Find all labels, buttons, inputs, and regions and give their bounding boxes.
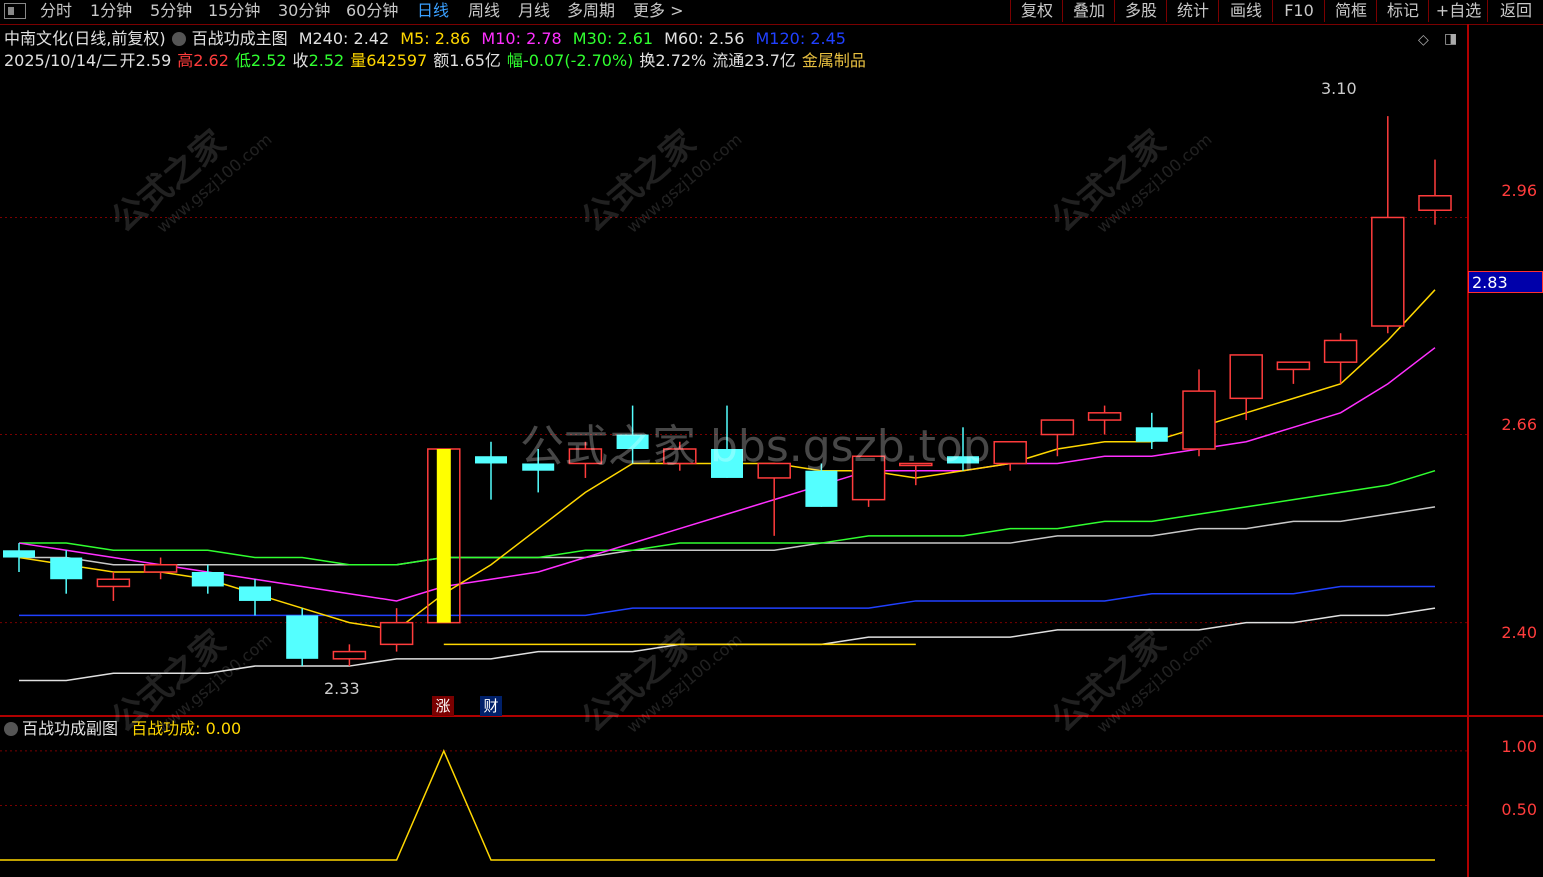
candle-body: [805, 470, 838, 507]
candle-body: [286, 615, 319, 659]
candle-body: [1182, 390, 1216, 450]
candle-body: [3, 550, 35, 558]
quote-vol: 642597: [366, 51, 428, 70]
dropdown-icon[interactable]: [4, 722, 18, 736]
dropdown-icon[interactable]: [171, 32, 186, 46]
candle-body: [1087, 412, 1122, 421]
price-axis-label: 2.40: [1501, 623, 1537, 642]
candle-body: [96, 578, 131, 588]
m120-value: M120: 2.45: [755, 29, 846, 48]
candle-body: [143, 564, 178, 573]
candle-body: [1276, 361, 1311, 371]
indicator-name[interactable]: 百战功成主图: [192, 29, 288, 48]
candle-body: [191, 572, 224, 587]
quote-high: 2.62: [193, 51, 229, 70]
candle-body: [1323, 339, 1358, 363]
candle-body: [993, 441, 1027, 465]
candle-body: [1229, 354, 1263, 400]
m5-value: M5: 2.86: [400, 29, 471, 48]
price-axis-label: 2.96: [1501, 181, 1537, 200]
m60-value: M60: 2.56: [664, 29, 745, 48]
candle-body: [332, 650, 367, 660]
quote-amount: 额1.65亿: [433, 51, 501, 70]
quote-float: 流通23.7亿: [712, 51, 796, 70]
candle-body: [379, 621, 414, 646]
quote-close: 2.52: [308, 51, 345, 70]
ma-line-m60: [19, 506, 1436, 566]
signal-bar: [436, 449, 451, 623]
panel-toggle-icon[interactable]: ◨: [1444, 31, 1457, 47]
quote-turnover: 换2.72%: [639, 51, 707, 70]
current-price-marker: 2.83: [1468, 271, 1543, 293]
quote-low-label: 低: [234, 51, 251, 70]
sub-panel-value: 百战功成: 0.00: [131, 719, 242, 738]
quote-line: 2025/10/14/二 开2.59 高2.62 低2.52 收2.52 量642597 额…: [4, 51, 872, 71]
quote-date: 2025/10/14/二: [4, 51, 118, 70]
price-axis-label: 2.66: [1501, 415, 1537, 434]
low-price-mark: 2.33: [324, 679, 360, 698]
candle-body: [475, 456, 507, 464]
m10-value: M10: 2.78: [481, 29, 562, 48]
sub-panel-title[interactable]: 百战功成副图: [22, 719, 118, 738]
sub-axis-label: 1.00: [1501, 737, 1537, 756]
m240-value: M240: 2.42: [298, 29, 390, 48]
tag-zhang[interactable]: 涨: [432, 696, 454, 716]
candle-body: [50, 557, 83, 580]
center-watermark: 公式之家 bbs.gszb.top: [520, 421, 991, 472]
stock-title[interactable]: 中南文化(日线,前复权): [4, 29, 166, 48]
quote-open: 开2.59: [119, 51, 172, 70]
quote-low: 2.52: [250, 51, 287, 70]
tag-cai[interactable]: 财: [480, 696, 502, 716]
candle-body: [1418, 195, 1452, 211]
quote-high-label: 高: [177, 51, 194, 70]
m30-value: M30: 2.61: [572, 29, 654, 48]
sub-axis-label: 0.50: [1501, 800, 1537, 819]
quote-close-label: 收: [292, 51, 309, 70]
sub-panel-header: 百战功成副图 百战功成: 0.00: [4, 719, 241, 739]
quote-vol-label: 量: [350, 51, 367, 70]
diamond-icon[interactable]: ◇: [1418, 32, 1429, 48]
indicator-header: 中南文化(日线,前复权) 百战功成主图 M240: 2.42 M5: 2.86 M…: [4, 29, 852, 49]
candle-body: [1040, 419, 1075, 436]
high-price-mark: 3.10: [1321, 79, 1357, 98]
quote-change: -0.07(-2.70%): [522, 51, 634, 70]
candle-body: [1371, 216, 1405, 327]
ma-line-m120: [19, 585, 1435, 617]
quote-industry[interactable]: 金属制品: [802, 51, 866, 70]
candle-body: [1135, 427, 1168, 442]
candle-body: [239, 586, 271, 601]
quote-change-label: 幅: [506, 51, 523, 70]
